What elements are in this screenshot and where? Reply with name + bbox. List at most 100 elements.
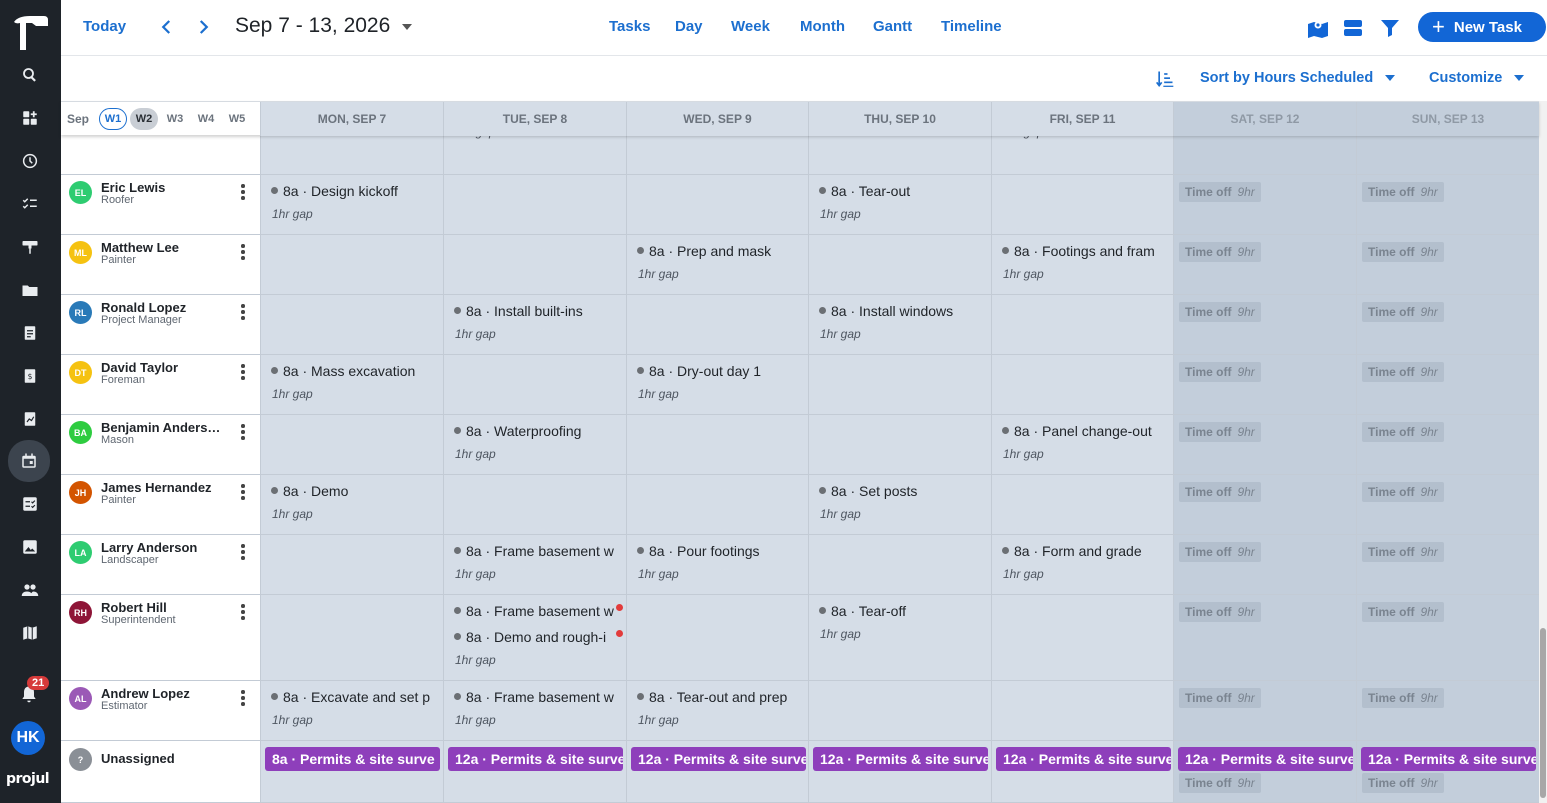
- task-item[interactable]: 8a · Tear-off: [819, 603, 991, 619]
- day-cell[interactable]: 8a · Tear-out 1hr gap: [808, 175, 991, 234]
- day-cell[interactable]: [443, 235, 626, 294]
- day-cell[interactable]: 12a · Permits & site surve: [808, 741, 991, 802]
- day-cell[interactable]: 8a · Waterproofing 1hr gap: [443, 415, 626, 474]
- task-item[interactable]: 8a · Panel change-out: [1002, 423, 1174, 439]
- day-cell[interactable]: [808, 235, 991, 294]
- calendar-icon[interactable]: [8, 440, 50, 482]
- unassigned-task-pill[interactable]: 12a · Permits & site surve: [1361, 747, 1536, 771]
- day-cell[interactable]: Time off9hr: [1356, 355, 1539, 414]
- day-cell[interactable]: 8a · Excavation1hr gap: [443, 135, 626, 174]
- unassigned-task-pill[interactable]: 12a · Permits & site surve: [813, 747, 988, 771]
- day-cell[interactable]: 8a · Frame basement w 1hr gap: [443, 681, 626, 740]
- unassigned-task-pill[interactable]: 12a · Permits & site surve: [448, 747, 623, 771]
- unassigned-task-pill[interactable]: 8a · Permits & site surve: [265, 747, 440, 771]
- day-cell[interactable]: [260, 135, 443, 174]
- more-options-icon[interactable]: [241, 604, 245, 620]
- day-cell[interactable]: [808, 355, 991, 414]
- day-cell[interactable]: 8a · Mass excavation 1hr gap: [260, 355, 443, 414]
- day-cell[interactable]: Time off9hr: [1356, 175, 1539, 234]
- day-cell[interactable]: 12a · Permits & site surve Time off 9hr: [1173, 741, 1356, 802]
- task-item[interactable]: 8a · Frame basement w: [454, 603, 626, 619]
- day-cell[interactable]: Time off9hr: [1356, 135, 1539, 174]
- day-cell[interactable]: 8a · Dry-out day 1 1hr gap: [626, 355, 808, 414]
- day-cell[interactable]: Time off9hr: [1173, 681, 1356, 740]
- unassigned-task-pill[interactable]: 12a · Permits & site surve: [631, 747, 806, 771]
- view-week-tab[interactable]: Week: [731, 18, 770, 35]
- crew-member[interactable]: ML Matthew Lee Painter: [61, 235, 260, 294]
- more-options-icon[interactable]: [241, 544, 245, 560]
- day-cell[interactable]: [991, 475, 1173, 534]
- week-chip-w5[interactable]: W5: [223, 108, 251, 130]
- day-cell[interactable]: [443, 475, 626, 534]
- day-cell[interactable]: 8a · Prep and mask 1hr gap: [626, 235, 808, 294]
- day-cell[interactable]: [626, 475, 808, 534]
- day-cell[interactable]: 8a · Install built-ins 1hr gap: [443, 295, 626, 354]
- day-cell[interactable]: [626, 415, 808, 474]
- vertical-scrollbar[interactable]: [1539, 101, 1547, 803]
- task-item[interactable]: 8a · Install built-ins: [454, 303, 626, 319]
- sort-dropdown[interactable]: Sort by Hours Scheduled: [1200, 70, 1396, 86]
- task-item[interactable]: 8a · Pour footings: [637, 543, 809, 559]
- day-cell[interactable]: [260, 595, 443, 680]
- more-options-icon[interactable]: [241, 244, 245, 260]
- today-button[interactable]: Today: [83, 18, 126, 35]
- filter-icon[interactable]: [1378, 16, 1402, 40]
- day-cell[interactable]: 8a · Tear-out and prep 1hr gap: [626, 681, 808, 740]
- day-cell[interactable]: Time off9hr: [1173, 535, 1356, 594]
- task-item[interactable]: 8a · Footings and fram: [1002, 243, 1174, 259]
- view-timeline-tab[interactable]: Timeline: [941, 18, 1002, 35]
- task-item[interactable]: 8a · Frame basement w: [454, 689, 626, 705]
- task-item[interactable]: 8a · Dry-out day 1: [637, 363, 809, 379]
- people-icon[interactable]: [8, 571, 52, 609]
- next-week-icon[interactable]: [194, 18, 212, 36]
- day-cell[interactable]: Time off9hr: [1173, 135, 1356, 174]
- day-cell[interactable]: [260, 295, 443, 354]
- task-item[interactable]: 8a · Waterproofing: [454, 423, 626, 439]
- sort-order-icon[interactable]: [1155, 69, 1175, 89]
- task-item[interactable]: 8a · Design kickoff: [271, 183, 443, 199]
- checklist-icon[interactable]: [8, 485, 52, 523]
- day-cell[interactable]: [808, 681, 991, 740]
- more-options-icon[interactable]: [241, 184, 245, 200]
- hammer-logo-icon[interactable]: [8, 10, 52, 54]
- day-cell[interactable]: 8a · Frame basement w 8a · Demo and rough…: [443, 595, 626, 680]
- day-cell[interactable]: 12a · Permits & site surve Time off 9hr: [1356, 741, 1539, 802]
- compact-view-icon[interactable]: [1341, 16, 1365, 40]
- day-cell[interactable]: [626, 595, 808, 680]
- unassigned-task-pill[interactable]: 12a · Permits & site surve: [1178, 747, 1353, 771]
- crew-member[interactable]: BA Benjamin Anders… Mason: [61, 415, 260, 474]
- task-item[interactable]: 8a · Install windows: [819, 303, 991, 319]
- day-cell[interactable]: 8a · Set posts 1hr gap: [808, 475, 991, 534]
- day-cell[interactable]: 8a · Permits & site surve: [260, 741, 443, 802]
- day-cell[interactable]: 8a · Footings and fram 1hr gap: [991, 235, 1173, 294]
- map-icon[interactable]: [8, 614, 52, 652]
- unassigned-task-pill[interactable]: 12a · Permits & site surve: [996, 747, 1171, 771]
- day-cell[interactable]: Time off9hr: [1173, 235, 1356, 294]
- day-cell[interactable]: 12a · Permits & site surve: [443, 741, 626, 802]
- day-cell[interactable]: 8a · Demo 1hr gap: [260, 475, 443, 534]
- day-cell[interactable]: Time off9hr: [1173, 295, 1356, 354]
- crew-member[interactable]: JH James Hernandez Painter: [61, 475, 260, 534]
- day-cell[interactable]: [260, 415, 443, 474]
- photos-icon[interactable]: [8, 528, 52, 566]
- paint-roller-icon[interactable]: [8, 228, 52, 266]
- day-cell[interactable]: [991, 595, 1173, 680]
- day-cell[interactable]: [260, 535, 443, 594]
- day-cell[interactable]: [626, 135, 808, 174]
- day-cell[interactable]: 8a · Install windows 1hr gap: [808, 295, 991, 354]
- date-range-dropdown-icon[interactable]: [402, 24, 412, 30]
- task-item[interactable]: 8a · Prep and mask: [637, 243, 809, 259]
- day-cell[interactable]: Time off9hr: [1356, 595, 1539, 680]
- crew-member[interactable]: DT David Taylor Foreman: [61, 355, 260, 414]
- crew-member[interactable]: Estimator: [61, 135, 260, 174]
- day-cell[interactable]: 8a · Panel change-out 1hr gap: [991, 415, 1173, 474]
- day-cell[interactable]: 8a · Frame basement w 1hr gap: [443, 535, 626, 594]
- more-options-icon[interactable]: [241, 424, 245, 440]
- task-item[interactable]: 8a · Demo and rough-i: [454, 629, 626, 645]
- crew-member[interactable]: LA Larry Anderson Landscaper: [61, 535, 260, 594]
- day-cell[interactable]: Time off9hr: [1173, 475, 1356, 534]
- dashboard-icon[interactable]: [8, 99, 52, 137]
- day-cell[interactable]: Time off9hr: [1356, 475, 1539, 534]
- week-chip-w1[interactable]: W1: [99, 108, 128, 130]
- day-cell[interactable]: Time off9hr: [1356, 295, 1539, 354]
